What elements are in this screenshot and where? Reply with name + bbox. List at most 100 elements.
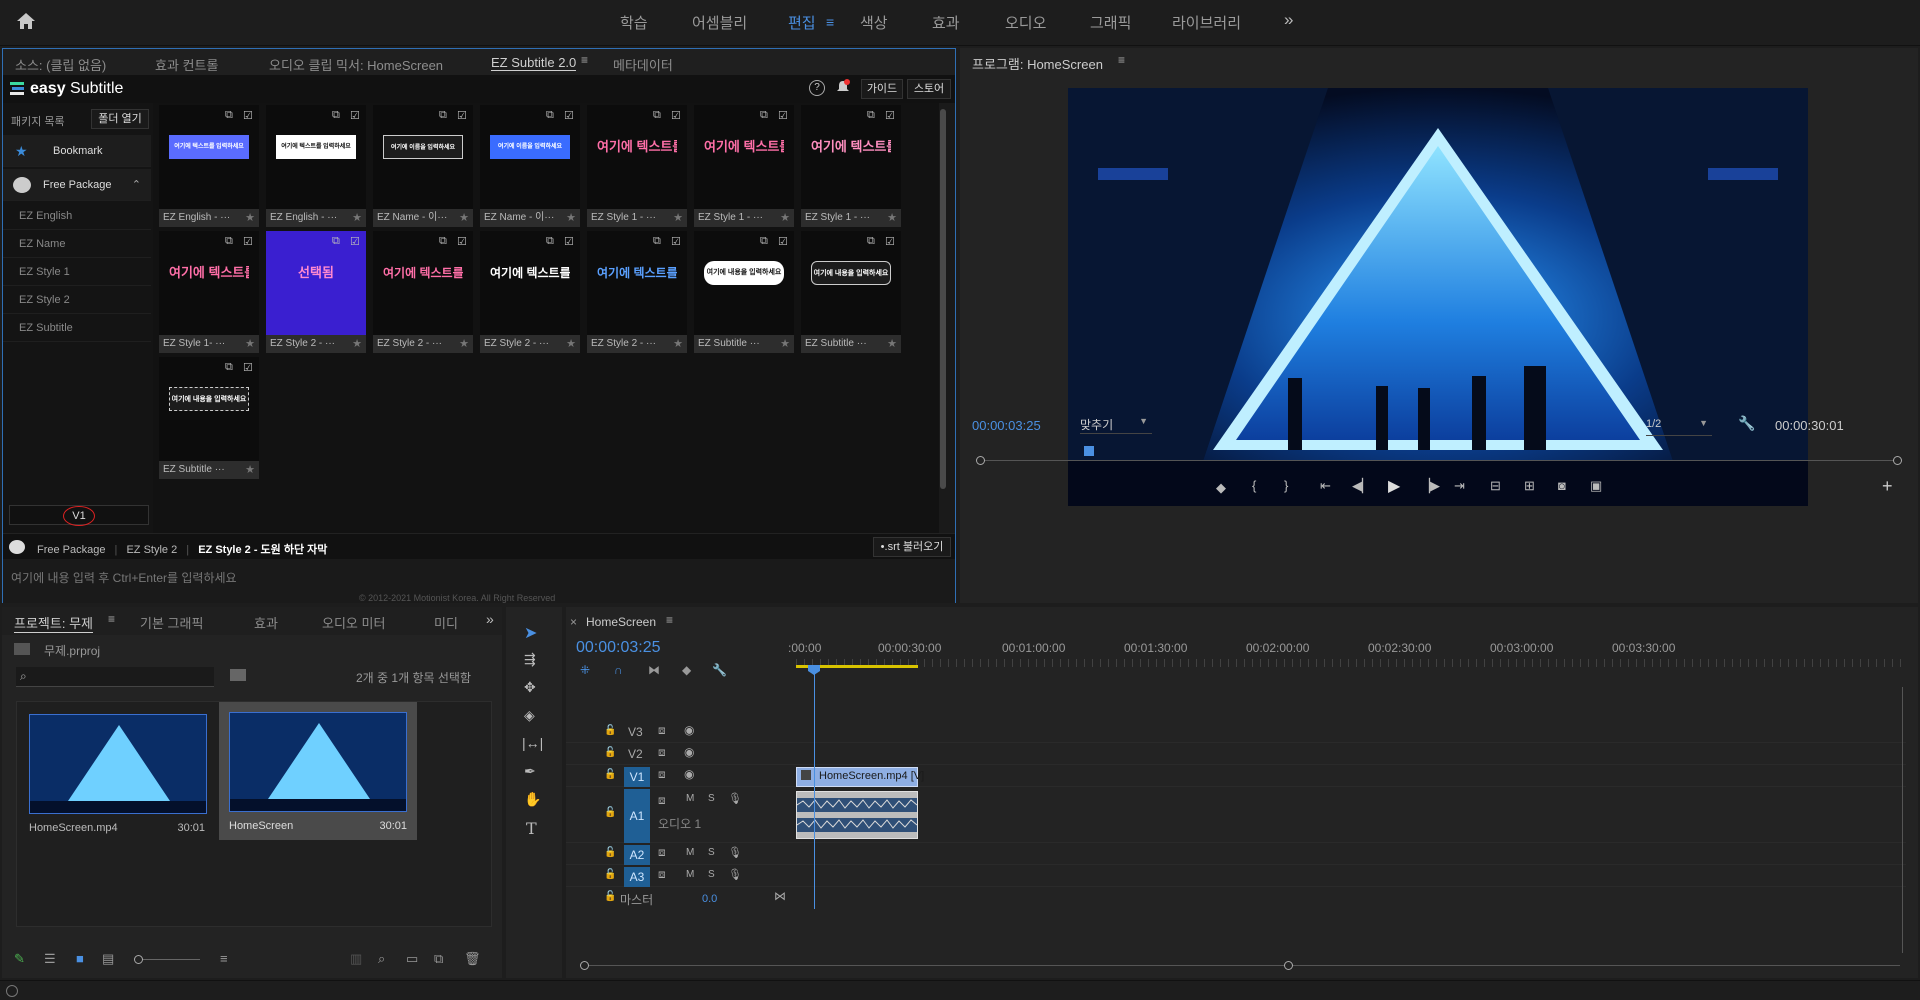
version-field[interactable]: V1 — [9, 505, 149, 526]
duplicate-icon[interactable]: ⧉ — [225, 361, 233, 374]
checkbox-icon[interactable]: ☑ — [457, 235, 467, 248]
folder-icon[interactable]: ▭ — [406, 951, 418, 967]
checkbox-icon[interactable]: ☑ — [778, 109, 788, 122]
bookmark-star-icon[interactable]: ★ — [887, 337, 897, 350]
go-to-out-icon[interactable]: ⇥ — [1454, 478, 1465, 494]
bookmark-star-icon[interactable]: ★ — [245, 463, 255, 476]
duplicate-icon[interactable]: ⧉ — [225, 109, 233, 122]
project-item[interactable]: HomeScreen.mp4 30:01 — [23, 708, 213, 840]
workspace-menu-icon[interactable]: ≡ — [826, 14, 834, 30]
pencil-icon[interactable]: ✎ — [14, 951, 25, 967]
guide-button[interactable]: 가이드 — [861, 79, 903, 99]
lock-icon[interactable]: 🔓 — [604, 807, 616, 818]
tab-ez-subtitle[interactable]: EZ Subtitle 2.0 — [491, 55, 577, 71]
sync-lock-icon[interactable]: ⧈ — [658, 867, 666, 882]
microphone-icon[interactable]: 🎙 — [728, 868, 742, 881]
track-label[interactable]: A3 — [624, 867, 650, 887]
panel-menu-icon[interactable]: ≡ — [666, 613, 673, 627]
workspace-color[interactable]: 색상 — [860, 12, 888, 33]
camera-icon[interactable]: ◙ — [1558, 478, 1566, 493]
solo-button[interactable]: S — [708, 847, 715, 858]
template-thumbnail[interactable]: 여기에 이름을 입력하세요 ⧉ ☑ EZ Name - 이··· ★ — [480, 105, 580, 227]
add-marker-icon[interactable]: ◆ — [1216, 480, 1226, 496]
step-back-icon[interactable]: ◀▏ — [1352, 478, 1372, 494]
microphone-icon[interactable]: 🎙 — [728, 792, 742, 805]
lift-icon[interactable]: ⊟ — [1490, 478, 1501, 494]
zoom-slider[interactable] — [134, 959, 200, 960]
sequence-tab[interactable]: HomeScreen — [586, 615, 656, 629]
sidebar-item-ez-name[interactable]: EZ Name — [3, 231, 151, 258]
bookmark-star-icon[interactable]: ★ — [245, 337, 255, 350]
lock-icon[interactable]: 🔓 — [604, 891, 616, 902]
checkbox-icon[interactable]: ☑ — [885, 109, 895, 122]
tab-source[interactable]: 소스: (클립 없음) — [15, 55, 106, 74]
lock-icon[interactable]: 🔓 — [604, 847, 616, 858]
checkbox-icon[interactable]: ☑ — [885, 235, 895, 248]
sort-icon[interactable]: ≡ — [220, 951, 228, 966]
checkbox-icon[interactable]: ☑ — [243, 109, 253, 122]
eye-icon[interactable]: ◉ — [684, 745, 694, 759]
chevron-up-icon[interactable]: ⌃ — [132, 169, 141, 201]
video-preview[interactable] — [1068, 88, 1808, 506]
tab-effects[interactable]: 효과 — [254, 613, 278, 632]
store-button[interactable]: 스토어 — [907, 79, 951, 99]
razor-tool-icon[interactable]: ◈ — [524, 707, 535, 724]
sidebar-item-free-package[interactable]: Free Package ⌃ — [3, 169, 151, 201]
mute-button[interactable]: M — [686, 847, 694, 858]
tab-menu-icon[interactable]: ≡ — [108, 612, 115, 626]
list-view-icon[interactable]: ☰ — [44, 951, 56, 967]
slip-tool-icon[interactable]: |↔| — [522, 735, 543, 751]
sync-lock-icon[interactable]: ⧈ — [658, 793, 666, 808]
template-thumbnail[interactable]: 여기에 내용을 입력하세요 ⧉ ☑ EZ Subtitle ··· ★ — [801, 231, 901, 353]
bookmark-star-icon[interactable]: ★ — [780, 211, 790, 224]
duplicate-icon[interactable]: ⧉ — [760, 235, 768, 248]
tab-menu-icon[interactable]: ≡ — [581, 53, 588, 67]
selection-tool-icon[interactable]: ➤ — [524, 623, 537, 643]
wrench-icon[interactable]: 🔧 — [712, 663, 727, 677]
notification-icon[interactable] — [835, 79, 851, 95]
go-to-end-icon[interactable]: ⋈ — [774, 889, 786, 903]
duplicate-icon[interactable]: ⧉ — [439, 109, 447, 122]
workspace-graphics[interactable]: 그래픽 — [1090, 12, 1131, 33]
home-icon[interactable] — [16, 12, 36, 30]
bookmark-star-icon[interactable]: ★ — [245, 211, 255, 224]
lock-icon[interactable]: 🔓 — [604, 769, 616, 780]
bookmark-star-icon[interactable]: ★ — [780, 337, 790, 350]
trash-icon[interactable]: 🗑 — [464, 951, 481, 967]
template-thumbnail[interactable]: 여기에 텍스트를 ⧉ ☑ EZ Style 1 - ··· ★ — [801, 105, 901, 227]
pen-tool-icon[interactable]: ✒ — [524, 763, 536, 780]
new-item-icon[interactable]: ⧉ — [434, 951, 443, 967]
sync-lock-icon[interactable]: ⧈ — [658, 845, 666, 860]
template-thumbnail[interactable]: 여기에 텍스트를 ⧉ ☑ EZ Style 2 - ··· ★ — [587, 231, 687, 353]
fit-select[interactable]: 맞추기 ▼ — [1080, 416, 1152, 434]
bookmark-star-icon[interactable]: ★ — [459, 211, 469, 224]
checkbox-icon[interactable]: ☑ — [564, 109, 574, 122]
duplicate-icon[interactable]: ⧉ — [653, 109, 661, 122]
lock-icon[interactable]: 🔓 — [604, 747, 616, 758]
close-tab-icon[interactable]: × — [570, 615, 577, 629]
project-search-input[interactable]: ⌕ — [16, 667, 214, 687]
track-label[interactable]: A2 — [624, 845, 650, 865]
template-thumbnail[interactable]: 여기에 내용을 입력하세요 ⧉ ☑ EZ Subtitle ··· ★ — [694, 231, 794, 353]
checkbox-icon[interactable]: ☑ — [243, 361, 253, 374]
microphone-icon[interactable]: 🎙 — [728, 846, 742, 859]
bookmark-star-icon[interactable]: ★ — [566, 337, 576, 350]
template-thumbnail[interactable]: 여기에 텍스트를 ⧉ ☑ EZ Style 2 - ··· ★ — [480, 231, 580, 353]
bookmark-star-icon[interactable]: ★ — [673, 337, 683, 350]
workspace-effects[interactable]: 효과 — [932, 12, 960, 33]
lock-icon[interactable]: 🔓 — [604, 725, 616, 736]
add-marker-icon[interactable]: ◆ — [682, 663, 691, 677]
type-tool-icon[interactable]: T — [526, 819, 537, 838]
checkbox-icon[interactable]: ☑ — [564, 235, 574, 248]
tab-essential-graphics[interactable]: 기본 그래픽 — [140, 613, 203, 632]
workspace-assembly[interactable]: 어셈블리 — [692, 12, 747, 33]
mark-out-icon[interactable]: } — [1284, 478, 1288, 493]
add-button-icon[interactable]: + — [1882, 476, 1893, 497]
timeline-scrollbar[interactable] — [580, 959, 1900, 973]
tab-media[interactable]: 미디 — [434, 613, 458, 632]
checkbox-icon[interactable]: ☑ — [350, 235, 360, 248]
play-icon[interactable]: ▶ — [1388, 476, 1400, 496]
sync-lock-icon[interactable]: ⧈ — [658, 723, 666, 738]
sync-lock-icon[interactable]: ⧈ — [658, 767, 666, 782]
mute-button[interactable]: M — [686, 793, 694, 804]
